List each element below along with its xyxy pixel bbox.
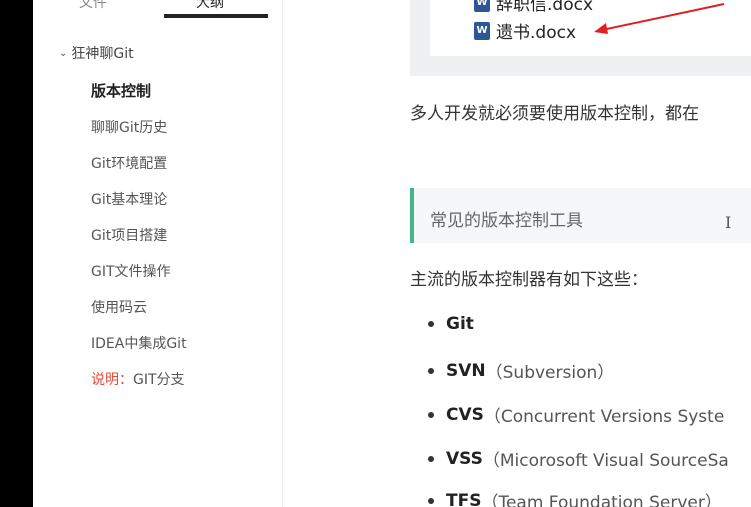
tool-name: VSS [446,448,483,469]
outline-item-git-env[interactable]: Git环境配置 [91,153,167,173]
list-item: VSS （Micorosoft Visual SourceSa [428,446,729,471]
bullet-icon [428,455,434,462]
tool-desc: （Team Foundation Server） [481,493,722,507]
document-content: W 辞职信.docx W 遗书.docx 多人开发就必须要使用版本控制，都在 常… [283,0,751,507]
outline-item-git-history[interactable]: 聊聊Git历史 [91,117,167,137]
tool-desc: （Subversion） [485,363,615,383]
tool-name: CVS [446,404,484,425]
outline-sidebar: 文件 大纲 ⌄ 狂神聊Git 版本控制 聊聊Git历史 Git环境配置 Git基… [33,0,283,507]
bullet-icon [428,321,434,327]
file-name: 辞职信.docx [496,0,594,15]
list-item: Git [428,314,474,334]
file-item: W 辞职信.docx [474,0,593,15]
outline-item-branch-label: GIT分支 [133,372,185,388]
chevron-down-icon[interactable]: ⌄ [59,48,67,59]
outline-root[interactable]: ⌄ 狂神聊Git [59,43,134,63]
outline-item-branch-prefix: 说明： [91,372,133,388]
screenshot-image: W 辞职信.docx W 遗书.docx [410,0,751,76]
outline-item-idea-git[interactable]: IDEA中集成Git [91,333,187,353]
list-item: TFS （Team Foundation Server） [428,488,722,507]
tool-name: SVN [446,360,486,381]
bullet-icon [428,497,434,504]
bullet-icon [428,411,434,418]
paragraph-multi-dev: 多人开发就必须要使用版本控制，都在 [410,104,699,124]
list-item: CVS （Concurrent Versions Syste [428,402,724,427]
outline-item-git-branch[interactable]: 说明：GIT分支 [91,369,185,389]
word-doc-icon: W [474,21,490,40]
outline-item-git-theory[interactable]: Git基本理论 [91,189,167,209]
red-arrow-icon [594,3,725,34]
blockquote-text: 常见的版本控制工具 [430,211,583,231]
outline-item-gitee[interactable]: 使用码云 [91,297,147,317]
tool-name: TFS [446,490,482,507]
tab-files[interactable]: 文件 [79,0,107,12]
outline-item-version-control[interactable]: 版本控制 [91,80,151,101]
active-tab-indicator [164,14,268,18]
outline-root-label: 狂神聊Git [71,46,134,62]
outline-item-git-setup[interactable]: Git项目搭建 [91,225,167,245]
tool-name: Git [446,314,474,334]
list-item: SVN （Subversion） [428,358,614,383]
tool-desc: （Micorosoft Visual SourceSa [482,451,729,471]
file-item: W 遗书.docx [474,18,576,43]
tab-outline[interactable]: 大纲 [196,0,224,12]
text-cursor-icon: I [725,213,732,232]
bullet-icon [428,367,434,374]
word-doc-icon: W [474,0,490,12]
tool-desc: （Concurrent Versions Syste [483,407,725,427]
paragraph-tools-intro: 主流的版本控制器有如下这些： [410,270,648,290]
left-dark-strip [0,0,33,507]
file-name: 遗书.docx [496,23,577,43]
blockquote: 常见的版本控制工具 [410,188,751,243]
outline-item-git-files[interactable]: GIT文件操作 [91,261,171,281]
